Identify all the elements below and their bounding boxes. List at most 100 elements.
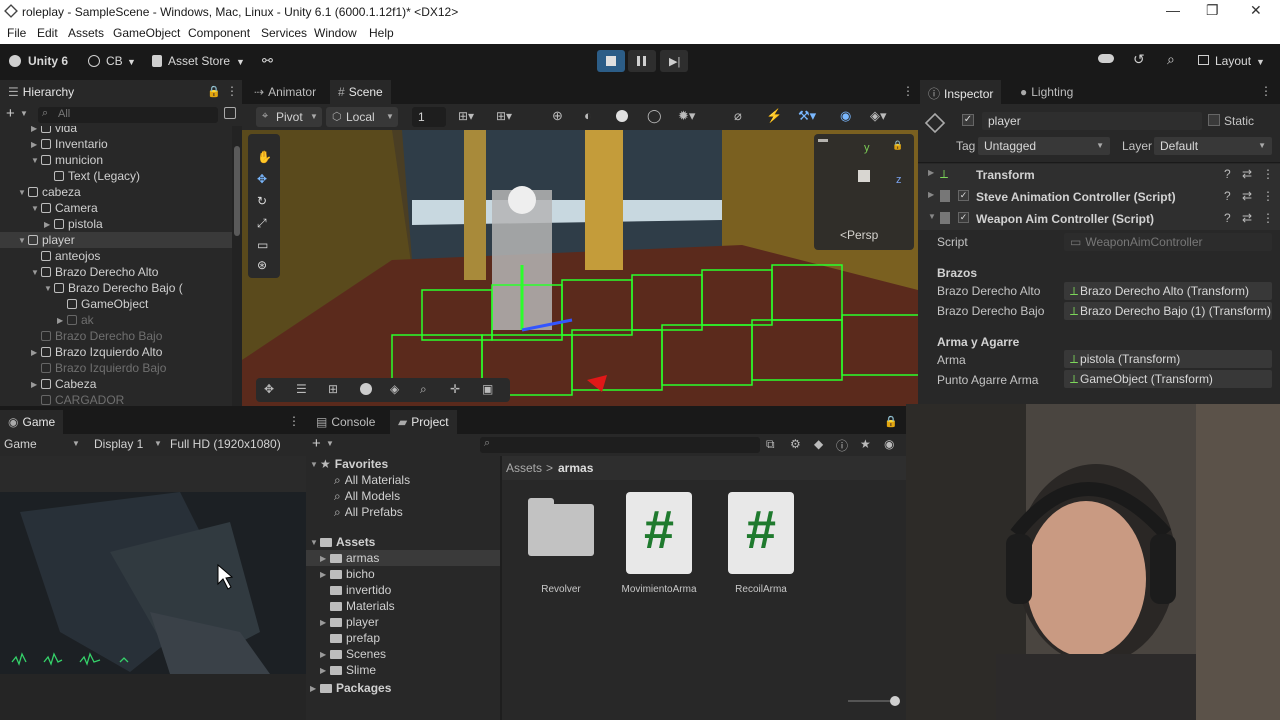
filter-icon[interactable]: ⚙ xyxy=(790,437,801,451)
shading-icon[interactable]: ◐ xyxy=(584,108,592,123)
tree-folder-item[interactable]: ▶ Slime xyxy=(306,662,500,678)
project-search-input[interactable]: ⌕ xyxy=(480,437,760,453)
shaded-icon[interactable] xyxy=(616,110,628,122)
expand-arrow-icon[interactable]: ▶ xyxy=(310,684,320,693)
tree-folder-item[interactable]: ▶ bicho xyxy=(306,566,500,582)
hierarchy-item[interactable]: ▼ Brazo Derecho Bajo ( xyxy=(0,280,232,296)
pivot-icon[interactable]: ✛ xyxy=(450,382,460,396)
rotate-tool-icon[interactable]: ↻ xyxy=(257,194,267,208)
tab-project[interactable]: ▰ Project xyxy=(390,410,457,434)
component-transform[interactable]: ▶ ⟂ Transform ? ⇄ ⋮ xyxy=(918,164,1280,186)
brazo-bajo-field[interactable]: ⟂ Brazo Derecho Bajo (1) (Transform) xyxy=(1064,302,1272,320)
audio-icon[interactable]: ⚡ xyxy=(766,108,782,124)
expand-arrow-icon[interactable]: ▶ xyxy=(57,316,67,325)
search-icon[interactable]: ⌕ xyxy=(420,382,427,397)
search-icon[interactable]: ⌕ xyxy=(1167,51,1175,68)
more-options-icon[interactable]: ⋮ xyxy=(226,84,238,98)
preset-icon[interactable]: ⇄ xyxy=(1242,211,1252,225)
cloud-icon[interactable] xyxy=(1098,54,1114,63)
tab-scene[interactable]: # Scene xyxy=(330,80,391,104)
pivot-dropdown[interactable]: ⌖ Pivot ▼ xyxy=(256,107,322,127)
more-options-icon[interactable]: ⋮ xyxy=(1262,167,1274,181)
rect-tool-icon[interactable]: ▭ xyxy=(257,238,268,252)
preset-icon[interactable]: ⇄ xyxy=(1242,167,1252,181)
search-by-type-icon[interactable]: ⧉ xyxy=(766,437,775,452)
tree-folder-item[interactable]: Materials xyxy=(306,598,500,614)
tree-favorites[interactable]: ▼ ★ Favorites xyxy=(306,456,500,472)
expand-arrow-icon[interactable]: ▶ xyxy=(320,570,330,579)
breadcrumb-armas[interactable]: armas xyxy=(558,461,593,475)
more-options-icon[interactable]: ⋮ xyxy=(1262,189,1274,203)
breadcrumb-assets[interactable]: Assets xyxy=(506,461,542,475)
visibility-icon[interactable]: ◉ xyxy=(840,108,851,124)
hierarchy-item[interactable]: anteojos xyxy=(0,248,232,264)
expand-arrow-icon[interactable]: ▶ xyxy=(31,348,41,357)
more-options-icon[interactable]: ⋮ xyxy=(1260,84,1272,98)
expand-arrow-icon[interactable]: ▼ xyxy=(310,538,320,547)
hierarchy-item[interactable]: ▶ pistola xyxy=(0,216,232,232)
history-icon[interactable]: ↺ xyxy=(1133,51,1145,68)
favorite-icon[interactable]: ★ xyxy=(860,437,871,451)
scene-viewport[interactable]: ✋ ✥ ↻ ⤢ ▭ ⊛ y z ▬ 🔒 <Persp ✥ ☰ ⊞ ◈ ⌕ ✛ ▣ xyxy=(242,130,918,406)
hierarchy-item[interactable]: ▼ Brazo Derecho Alto xyxy=(0,264,232,280)
active-checkbox[interactable]: ✓ xyxy=(962,114,974,126)
add-object-button[interactable]: + xyxy=(6,105,15,122)
global-icon[interactable]: ⊕ xyxy=(552,108,563,124)
lock-icon[interactable]: 🔒 xyxy=(207,85,221,98)
expand-arrow-icon[interactable]: ▶ xyxy=(320,650,330,659)
expand-arrow-icon[interactable]: ▼ xyxy=(44,284,54,293)
minimize-button[interactable]: — xyxy=(1166,2,1180,18)
asset-recoilarma[interactable]: # RecoilArma xyxy=(720,492,802,602)
gizmo-cube[interactable] xyxy=(858,170,870,182)
menu-edit[interactable]: Edit xyxy=(37,26,58,40)
layout-dropdown[interactable]: Layout xyxy=(1215,54,1251,68)
hierarchy-search-input[interactable]: ⌕ All xyxy=(38,107,218,123)
enabled-checkbox[interactable]: ✓ xyxy=(958,212,969,223)
tab-inspector[interactable]: ⓘ Inspector xyxy=(920,80,1002,104)
punto-agarre-field[interactable]: ⟂ GameObject (Transform) xyxy=(1064,370,1272,388)
more-options-icon[interactable]: ⋮ xyxy=(288,414,300,428)
expand-arrow-icon[interactable]: ▶ xyxy=(31,140,41,149)
object-name-field[interactable]: player xyxy=(982,112,1202,130)
expand-arrow-icon[interactable]: ▶ xyxy=(320,554,330,563)
component-weapon-aim[interactable]: ▼ ✓ Weapon Aim Controller (Script) ? ⇄ ⋮ xyxy=(918,208,1280,230)
hand-tool-icon[interactable]: ✋ xyxy=(257,150,272,164)
tree-folder-item[interactable]: invertido xyxy=(306,582,500,598)
tree-favorite-item[interactable]: ⌕ All Materials xyxy=(306,472,500,488)
tab-hierarchy[interactable]: ☰ Hierarchy xyxy=(0,80,242,104)
display-dropdown[interactable]: Display 1 xyxy=(94,437,143,451)
transform-tool-icon[interactable]: ⊛ xyxy=(257,258,267,272)
hierarchy-item[interactable]: ▶ ak xyxy=(0,312,232,328)
local-dropdown[interactable]: ⬡ Local ▼ xyxy=(326,107,398,127)
tree-favorite-item[interactable]: ⌕ All Models xyxy=(306,488,500,504)
tree-assets[interactable]: ▼ Assets xyxy=(306,534,500,550)
persp-toggle[interactable]: <Persp xyxy=(840,228,878,242)
asset-store-button[interactable]: Asset Store xyxy=(168,54,230,68)
more-options-icon[interactable]: ⋮ xyxy=(1262,211,1274,225)
expand-arrow-icon[interactable]: ▶ xyxy=(320,618,330,627)
menu-assets[interactable]: Assets xyxy=(68,26,104,40)
tree-folder-item[interactable]: prefap xyxy=(306,630,500,646)
scrollbar-thumb[interactable] xyxy=(234,146,240,236)
grid-size-input[interactable]: 1 xyxy=(412,107,446,127)
expand-arrow-icon[interactable]: ▼ xyxy=(18,236,28,245)
grid-icon[interactable]: ⊞ xyxy=(328,382,338,396)
menu-file[interactable]: File xyxy=(7,26,26,40)
more-options-icon[interactable]: ⋮ xyxy=(902,84,914,98)
hierarchy-item[interactable]: ▶ Brazo Izquierdo Alto xyxy=(0,344,232,360)
scale-tool-icon[interactable]: ⤢ xyxy=(257,216,267,231)
camera-icon[interactable]: ▣ xyxy=(482,382,493,396)
expand-arrow-icon[interactable]: ▼ xyxy=(31,268,41,277)
close-button[interactable]: ✕ xyxy=(1250,2,1262,19)
version-control-icon[interactable]: ⚯ xyxy=(262,53,273,69)
play-button[interactable] xyxy=(597,50,625,72)
menu-window[interactable]: Window xyxy=(314,26,357,40)
move-tool-icon[interactable]: ✥ xyxy=(257,172,267,186)
icon-size-slider[interactable] xyxy=(848,696,900,706)
arma-field[interactable]: ⟂ pistola (Transform) xyxy=(1064,350,1272,368)
expand-arrow-icon[interactable]: ▶ xyxy=(31,126,41,133)
brazo-alto-field[interactable]: ⟂ Brazo Derecho Alto (Transform) xyxy=(1064,282,1272,300)
lighting-icon[interactable]: ✹▾ xyxy=(678,108,695,124)
tree-packages[interactable]: ▶ Packages xyxy=(306,680,500,696)
hierarchy-item[interactable]: ▶ Inventario xyxy=(0,136,232,152)
